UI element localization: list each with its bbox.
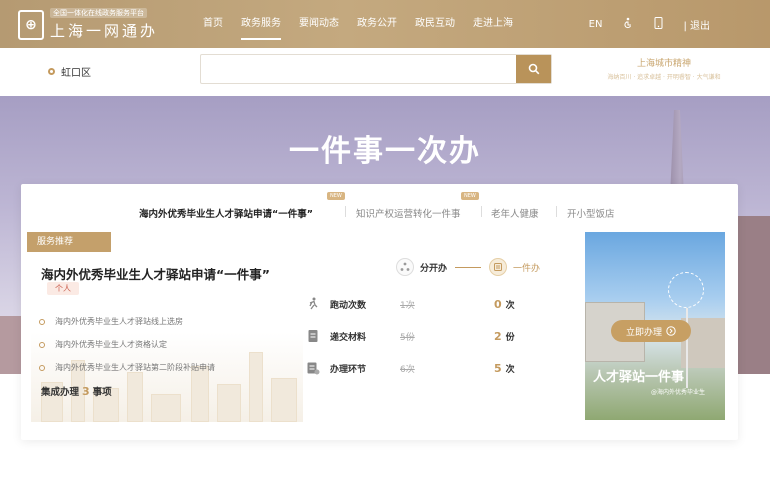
one-thing-card: 海内外优秀毕业生人才驿站申请“一件事” NEW 知识产权运营转化一件事 NEW … bbox=[21, 184, 738, 440]
topic-tabs: 海内外优秀毕业生人才驿站申请“一件事” NEW 知识产权运营转化一件事 NEW … bbox=[21, 184, 738, 228]
skyline-building-left-image bbox=[0, 316, 22, 374]
bullet-icon bbox=[39, 318, 45, 325]
tab-divider bbox=[556, 206, 557, 217]
search-icon bbox=[528, 63, 539, 75]
stat-label: 跑动次数 bbox=[330, 300, 367, 311]
mobile-icon[interactable] bbox=[654, 16, 663, 32]
stat-row-trips: 跑动次数 1次 0 次 bbox=[306, 294, 546, 314]
accessibility-icon[interactable] bbox=[622, 17, 634, 32]
search-button[interactable] bbox=[516, 55, 551, 83]
bullet-icon bbox=[39, 341, 45, 348]
top-nav-bar: ⊕ 全国一体化在线政务服务平台 上海一网通办 首页 政务服务 要闻动态 政务公开… bbox=[0, 0, 770, 48]
nav-home[interactable]: 首页 bbox=[203, 0, 223, 48]
search-input[interactable] bbox=[201, 55, 517, 83]
location-pin-icon bbox=[48, 68, 55, 75]
language-switch[interactable]: EN bbox=[589, 19, 603, 30]
integrated-summary: 集成办理 3 事项 bbox=[41, 385, 112, 398]
tab-ip-transfer[interactable]: 知识产权运营转化一件事 bbox=[356, 206, 461, 220]
nav-utilities: EN | 退出 bbox=[569, 0, 710, 48]
combined-mode-icon bbox=[489, 258, 508, 276]
stat-unit: 次 bbox=[505, 364, 515, 375]
site-logo[interactable]: ⊕ 全国一体化在线政务服务平台 上海一网通办 bbox=[18, 8, 158, 41]
tab-graduate-talent[interactable]: 海内外优秀毕业生人才驿站申请“一件事” bbox=[139, 206, 313, 220]
tab-elderly-health[interactable]: 老年人健康 bbox=[491, 206, 539, 220]
promo-image-title: 人才驿站一件事 bbox=[593, 370, 685, 385]
new-badge: NEW bbox=[461, 192, 479, 200]
promo-image-subtitle: @海内外优秀毕业生 bbox=[651, 389, 706, 396]
location-label: 虹口区 bbox=[61, 68, 91, 79]
stat-new-value: 5 bbox=[494, 361, 502, 375]
location-selector[interactable]: 虹口区 bbox=[48, 64, 91, 79]
logo-subtitle: 全国一体化在线政务服务平台 bbox=[50, 8, 147, 18]
integrated-count: 3 bbox=[82, 385, 90, 398]
arrow-circle-icon bbox=[666, 326, 676, 336]
stat-new-value: 2 bbox=[494, 329, 502, 343]
stat-unit: 次 bbox=[505, 300, 515, 311]
city-spirit-title: 上海城市精神 bbox=[636, 59, 691, 69]
list-item[interactable]: 海内外优秀毕业生人才资格认定 bbox=[39, 333, 215, 356]
document-icon bbox=[308, 330, 318, 342]
stat-label: 办理环节 bbox=[330, 364, 367, 375]
nav-about-shanghai[interactable]: 走进上海 bbox=[473, 0, 513, 48]
tab-small-restaurant[interactable]: 开小型饭店 bbox=[567, 206, 615, 220]
separate-mode-icon bbox=[396, 258, 414, 276]
tab-divider bbox=[345, 206, 346, 217]
stat-row-steps: 办理环节 6次 5 次 bbox=[306, 358, 546, 378]
stat-old-value: 6次 bbox=[400, 364, 415, 375]
list-item[interactable]: 海内外优秀毕业生人才驿站线上选房 bbox=[39, 310, 215, 333]
nav-gov-open[interactable]: 政务公开 bbox=[357, 0, 397, 48]
logo-title: 上海一网通办 bbox=[50, 22, 159, 40]
stat-old-value: 1次 bbox=[400, 300, 415, 311]
service-title[interactable]: 海内外优秀毕业生人才驿站申请“一件事” bbox=[41, 264, 270, 283]
stat-row-materials: 递交材料 5份 2 份 bbox=[306, 326, 546, 346]
banner-title: 一件事一次办 bbox=[289, 134, 481, 169]
dandelion-sculpture-image bbox=[668, 272, 704, 308]
running-person-icon bbox=[309, 297, 318, 310]
search-row: 虹口区 上海城市精神 海纳百川 · 追求卓越 · 开明睿智 · 大气谦和 bbox=[0, 48, 770, 96]
mode-connector bbox=[455, 266, 482, 268]
process-steps-icon bbox=[307, 362, 320, 375]
stat-unit: 份 bbox=[505, 332, 515, 343]
combined-mode-label: 一件办 bbox=[513, 263, 541, 274]
mode-comparison: 分开办 一件办 bbox=[396, 258, 540, 276]
stat-old-value: 5份 bbox=[400, 332, 415, 343]
nav-gov-services[interactable]: 政务服务 bbox=[241, 0, 281, 48]
audience-badge: 个人 bbox=[47, 282, 79, 295]
nav-news[interactable]: 要闻动态 bbox=[299, 0, 339, 48]
bullet-icon bbox=[39, 364, 45, 371]
new-badge: NEW bbox=[327, 192, 345, 200]
city-spirit-promo: 上海城市精神 海纳百川 · 追求卓越 · 开明睿智 · 大气谦和 bbox=[584, 56, 744, 81]
talent-station-promo-image[interactable]: 立即办理 人才驿站一件事 @海内外优秀毕业生 bbox=[585, 232, 725, 420]
nav-interaction[interactable]: 政民互动 bbox=[415, 0, 455, 48]
list-item[interactable]: 海内外优秀毕业生人才驿站第二阶段补贴申请 bbox=[39, 356, 215, 379]
logout-link[interactable]: | 退出 bbox=[683, 17, 710, 32]
search-box bbox=[200, 54, 552, 84]
city-spirit-subtitle: 海纳百川 · 追求卓越 · 开明睿智 · 大气谦和 bbox=[607, 74, 721, 81]
skyline-building-image bbox=[735, 216, 770, 374]
service-recommend-tag: 服务推荐 bbox=[27, 232, 111, 252]
stat-new-value: 0 bbox=[494, 297, 502, 311]
tab-divider bbox=[481, 206, 482, 217]
sub-service-list: 海内外优秀毕业生人才驿站线上选房 海内外优秀毕业生人才资格认定 海内外优秀毕业生… bbox=[39, 310, 215, 379]
apply-now-button[interactable]: 立即办理 bbox=[611, 320, 691, 342]
separate-mode-label: 分开办 bbox=[420, 263, 448, 274]
stat-label: 递交材料 bbox=[330, 332, 367, 343]
main-nav: 首页 政务服务 要闻动态 政务公开 政民互动 走进上海 bbox=[203, 0, 531, 48]
logo-emblem-icon: ⊕ bbox=[18, 9, 44, 40]
